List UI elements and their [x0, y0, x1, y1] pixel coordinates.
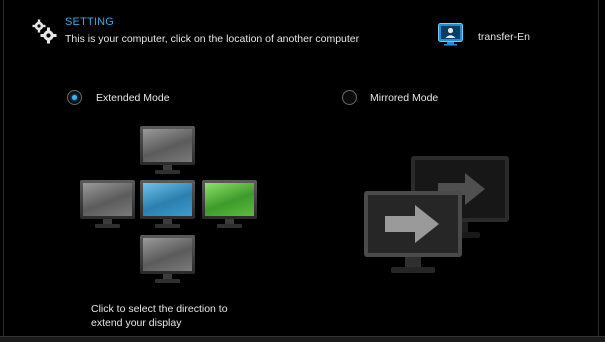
direction-hint: Click to select the direction to extend … [91, 302, 291, 330]
monitor-screen [143, 129, 192, 162]
extended-mode-radio[interactable] [67, 90, 82, 105]
computer-name[interactable]: transfer-En [478, 31, 530, 43]
monitor-screen [205, 183, 254, 216]
hint-line-1: Click to select the direction to [91, 303, 228, 315]
settings-panel: SETTING This is your computer, click on … [0, 0, 605, 342]
left-border [3, 0, 4, 342]
computer-user-icon[interactable] [438, 23, 463, 46]
mirrored-monitor-front [364, 191, 462, 273]
this-computer-monitor [140, 180, 195, 230]
monitor-base [155, 224, 180, 228]
monitor-base [155, 170, 180, 174]
monitor-screen [143, 183, 192, 216]
position-bottom-monitor[interactable] [140, 235, 195, 285]
position-top-monitor[interactable] [140, 126, 195, 176]
monitor-base [217, 224, 242, 228]
monitor-base [155, 279, 180, 283]
panel-instructions: This is your computer, click on the loca… [65, 33, 360, 45]
bottom-border-line [0, 336, 605, 337]
monitor-screen [83, 183, 132, 216]
position-right-monitor[interactable] [202, 180, 257, 230]
hint-line-2: extend your display [91, 317, 182, 329]
mirrored-mode-radio[interactable] [342, 90, 357, 105]
monitor-screen [143, 238, 192, 271]
right-border [598, 0, 599, 342]
monitor-base [95, 224, 120, 228]
extended-mode-label[interactable]: Extended Mode [96, 92, 170, 104]
mirrored-mode-label[interactable]: Mirrored Mode [370, 92, 438, 104]
gear-icon [32, 19, 57, 44]
position-left-monitor[interactable] [80, 180, 135, 230]
panel-title: SETTING [65, 16, 115, 28]
